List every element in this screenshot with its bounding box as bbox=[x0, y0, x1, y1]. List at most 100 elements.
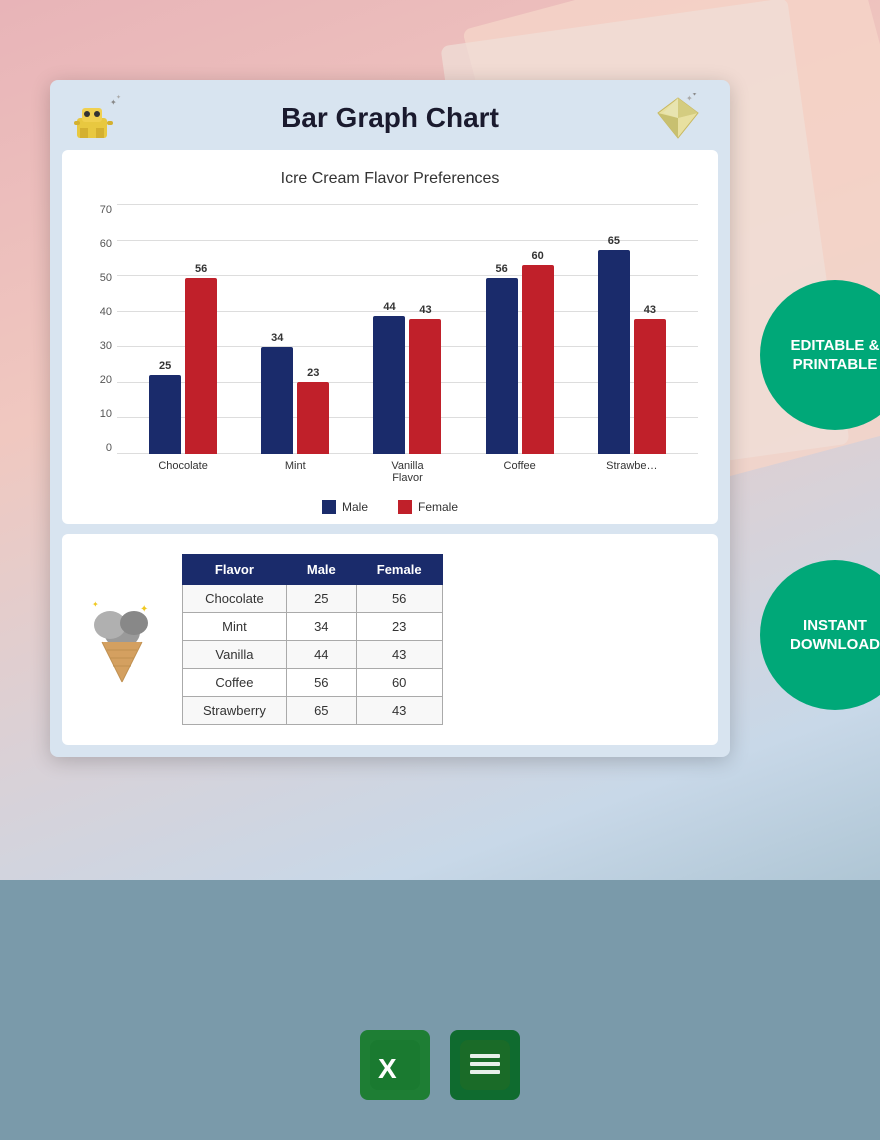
table-cell-female: 43 bbox=[356, 641, 442, 669]
bar-group-chocolate: 25 56 bbox=[149, 263, 217, 454]
bar-value-male: 56 bbox=[496, 263, 508, 275]
y-label-0: 0 bbox=[82, 442, 117, 454]
chart-title: Icre Cream Flavor Preferences bbox=[82, 170, 698, 188]
svg-text:✦: ✦ bbox=[140, 604, 148, 615]
svg-text:X: X bbox=[378, 1053, 397, 1084]
bar-wrapper-male: 34 bbox=[261, 332, 293, 454]
bar-female bbox=[409, 319, 441, 454]
table-cell-flavor: Coffee bbox=[183, 669, 287, 697]
table-row: Coffee5660 bbox=[183, 669, 443, 697]
table-cell-male: 65 bbox=[286, 697, 356, 725]
header-icon-right: ✦ ✦ bbox=[648, 93, 708, 143]
table-cell-female: 23 bbox=[356, 613, 442, 641]
legend-female: Female bbox=[398, 500, 458, 514]
bar-value-male: 44 bbox=[383, 301, 395, 313]
x-label-vanilla: VanillaFlavor bbox=[367, 460, 447, 484]
table-row: Strawberry6543 bbox=[183, 697, 443, 725]
bar-value-female: 60 bbox=[532, 250, 544, 262]
bar-group-mint: 34 23 bbox=[261, 332, 329, 454]
bar-value-male: 34 bbox=[271, 332, 283, 344]
y-label-70: 70 bbox=[82, 204, 117, 216]
table-header-female: Female bbox=[356, 555, 442, 585]
bar-group-coffee: 56 60 bbox=[486, 250, 554, 454]
bars-container: 25 56 34 23 44 43 bbox=[117, 204, 698, 454]
table-cell-flavor: Chocolate bbox=[183, 585, 287, 613]
chart-section: Icre Cream Flavor Preferences 70 60 50 4… bbox=[62, 150, 718, 524]
bar-female bbox=[297, 382, 329, 454]
y-label-50: 50 bbox=[82, 272, 117, 284]
table-row: Chocolate2556 bbox=[183, 585, 443, 613]
bar-female bbox=[185, 278, 217, 454]
y-label-20: 20 bbox=[82, 374, 117, 386]
bg-paper-bottom bbox=[0, 880, 880, 1140]
main-card: ✦ ✦ Bar Graph Chart ✦ ✦ Icre Cream Flavo… bbox=[50, 80, 730, 757]
y-label-30: 30 bbox=[82, 340, 117, 352]
table-row: Vanilla4443 bbox=[183, 641, 443, 669]
y-label-60: 60 bbox=[82, 238, 117, 250]
card-header: ✦ ✦ Bar Graph Chart ✦ ✦ bbox=[62, 92, 718, 150]
bar-value-male: 25 bbox=[159, 360, 171, 372]
legend-male: Male bbox=[322, 500, 368, 514]
bar-wrapper-female: 43 bbox=[634, 304, 666, 454]
bar-wrapper-female: 60 bbox=[522, 250, 554, 454]
excel-icon-1[interactable]: X bbox=[360, 1030, 430, 1100]
legend-male-box bbox=[322, 500, 336, 514]
bar-value-female: 43 bbox=[644, 304, 656, 316]
legend-female-box bbox=[398, 500, 412, 514]
bar-value-female: 56 bbox=[195, 263, 207, 275]
bar-group-strawberry: 65 43 bbox=[598, 235, 666, 454]
legend-male-label: Male bbox=[342, 500, 368, 514]
bar-male bbox=[149, 375, 181, 454]
download-badge-text: INSTANTDOWNLOAD bbox=[790, 616, 880, 655]
bar-male bbox=[373, 316, 405, 454]
table-cell-male: 25 bbox=[286, 585, 356, 613]
bar-wrapper-female: 56 bbox=[185, 263, 217, 454]
table-cell-male: 34 bbox=[286, 613, 356, 641]
y-label-10: 10 bbox=[82, 408, 117, 420]
table-cell-female: 43 bbox=[356, 697, 442, 725]
bottom-icons: X bbox=[360, 1030, 520, 1100]
bar-wrapper-male: 56 bbox=[486, 263, 518, 454]
bar-value-male: 65 bbox=[608, 235, 620, 247]
svg-text:✦: ✦ bbox=[116, 94, 121, 101]
table-section: ✦ ✦ FlavorMaleFemaleChocolate2556Mint342… bbox=[62, 534, 718, 745]
x-labels: Chocolate Mint VanillaFlavor Coffee Strawbe… bbox=[117, 460, 698, 484]
data-table: FlavorMaleFemaleChocolate2556Mint3423Van… bbox=[182, 554, 443, 725]
bar-value-female: 23 bbox=[307, 367, 319, 379]
y-label-40: 40 bbox=[82, 306, 117, 318]
table-cell-female: 56 bbox=[356, 585, 442, 613]
legend-female-label: Female bbox=[418, 500, 458, 514]
bar-male bbox=[486, 278, 518, 454]
bar-male bbox=[261, 347, 293, 454]
bar-male bbox=[598, 250, 630, 454]
sheets-icon[interactable] bbox=[450, 1030, 520, 1100]
table-cell-flavor: Strawberry bbox=[183, 697, 287, 725]
x-label-mint: Mint bbox=[255, 460, 335, 484]
ice-cream-icon: ✦ ✦ bbox=[82, 587, 162, 692]
chart-legend: Male Female bbox=[82, 492, 698, 514]
editable-badge-text: EDITABLE &PRINTABLE bbox=[791, 336, 880, 375]
table-row: Mint3423 bbox=[183, 613, 443, 641]
bar-value-female: 43 bbox=[419, 304, 431, 316]
bar-wrapper-male: 65 bbox=[598, 235, 630, 454]
y-axis: 70 60 50 40 30 20 10 0 bbox=[82, 204, 117, 484]
table-cell-flavor: Mint bbox=[183, 613, 287, 641]
chart-area: 70 60 50 40 30 20 10 0 bbox=[82, 204, 698, 484]
header-icon-left: ✦ ✦ bbox=[72, 93, 132, 143]
table-header-male: Male bbox=[286, 555, 356, 585]
chart-body: 25 56 34 23 44 43 bbox=[117, 204, 698, 484]
bar-wrapper-male: 25 bbox=[149, 360, 181, 454]
svg-text:✦: ✦ bbox=[692, 93, 697, 98]
table-cell-male: 56 bbox=[286, 669, 356, 697]
x-label-chocolate: Chocolate bbox=[143, 460, 223, 484]
bar-female bbox=[634, 319, 666, 454]
x-label-coffee: Coffee bbox=[480, 460, 560, 484]
bar-female bbox=[522, 265, 554, 454]
bar-wrapper-female: 23 bbox=[297, 367, 329, 454]
svg-text:✦: ✦ bbox=[92, 600, 99, 609]
page-title: Bar Graph Chart bbox=[281, 102, 499, 134]
x-label-strawberry: Strawbe… bbox=[592, 460, 672, 484]
table-cell-flavor: Vanilla bbox=[183, 641, 287, 669]
table-cell-male: 44 bbox=[286, 641, 356, 669]
bar-wrapper-female: 43 bbox=[409, 304, 441, 454]
